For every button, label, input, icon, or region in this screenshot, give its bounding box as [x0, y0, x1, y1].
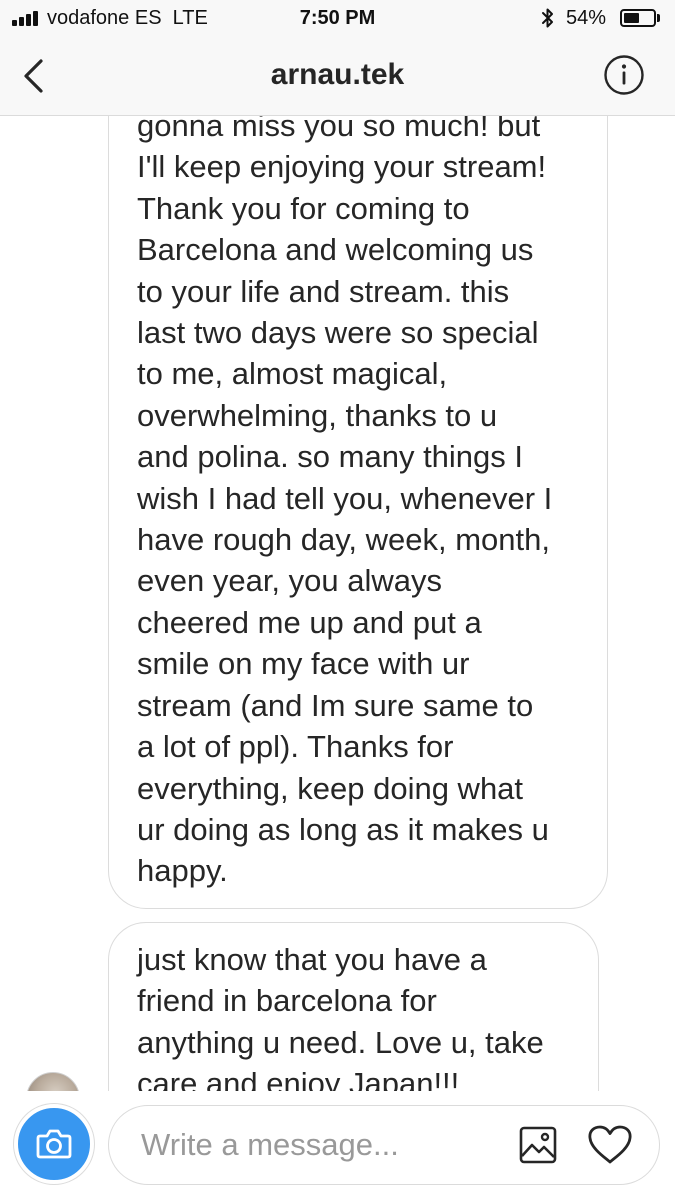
bluetooth-icon: [542, 8, 553, 28]
battery-cap: [657, 14, 660, 22]
battery-icon: [620, 9, 656, 27]
dm-screen: vodafone ES LTE 7:50 PM 54% arnau.tek go…: [0, 0, 675, 1200]
conversation-header: arnau.tek: [0, 38, 675, 116]
sender-avatar[interactable]: [26, 1072, 80, 1091]
conversation-title: arnau.tek: [270, 58, 405, 91]
battery-percentage: 54%: [566, 7, 607, 29]
gallery-button[interactable]: [519, 1126, 557, 1164]
image-icon: [519, 1126, 557, 1164]
back-button[interactable]: [16, 56, 56, 96]
camera-icon: [36, 1129, 72, 1159]
info-circle-icon: [604, 55, 644, 95]
like-button[interactable]: [587, 1125, 633, 1165]
camera-button[interactable]: [14, 1104, 94, 1184]
message-composer: [0, 1091, 675, 1200]
info-button[interactable]: [603, 54, 645, 96]
battery-level-fill: [624, 13, 640, 23]
message-box: [108, 1105, 660, 1185]
message-thread[interactable]: gonna miss you so much! but I'll keep en…: [0, 116, 675, 1091]
message-bubble[interactable]: just know that you have a friend in barc…: [108, 922, 599, 1091]
status-bar: vodafone ES LTE 7:50 PM 54%: [0, 0, 675, 38]
heart-icon: [588, 1125, 632, 1164]
message-bubble[interactable]: gonna miss you so much! but I'll keep en…: [108, 116, 608, 909]
message-input[interactable]: [141, 1122, 501, 1168]
chevron-left-icon: [24, 59, 43, 93]
